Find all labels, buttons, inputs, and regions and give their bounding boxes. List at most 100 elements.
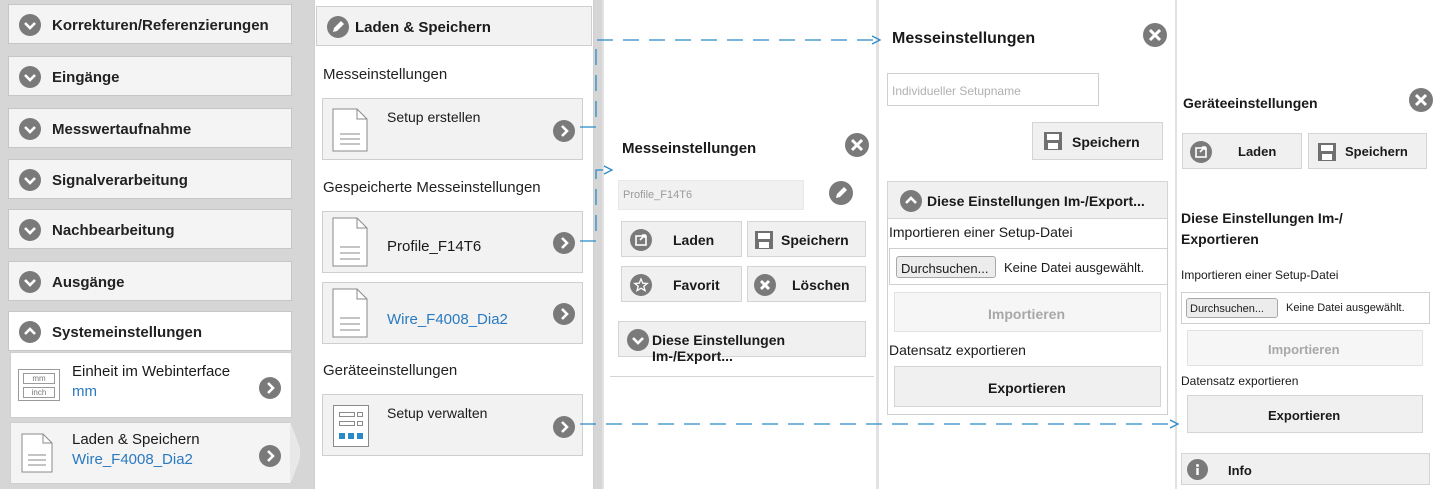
button-label: Exportieren	[988, 380, 1066, 396]
favorite-button[interactable]: Favorit	[621, 266, 742, 302]
save-button[interactable]: Speichern	[747, 221, 866, 257]
button-label: Favorit	[673, 277, 720, 293]
browse-label: Durchsuchen...	[1190, 303, 1264, 315]
header-label: Diese Einstellungen Im-/Export...	[652, 332, 786, 364]
floppy-icon	[1318, 143, 1336, 161]
export-button[interactable]: Exportieren	[1187, 395, 1423, 433]
edit-pencil-icon[interactable]	[829, 181, 853, 205]
document-icon	[21, 433, 53, 473]
chevron-up-icon	[900, 190, 922, 212]
unit-icon-mm: mm	[23, 373, 55, 384]
nav-item-ausgaenge[interactable]: Ausgänge	[8, 261, 292, 301]
floppy-icon	[755, 231, 773, 249]
panel-header: Laden & Speichern	[316, 6, 592, 46]
load-save-panel: Laden & Speichern Messeinstellungen Setu…	[300, 0, 602, 489]
setup-create-card[interactable]: Setup erstellen	[322, 98, 583, 160]
info-icon	[1187, 459, 1208, 480]
load-button[interactable]: Laden	[1182, 133, 1302, 169]
nav-item-systemeinstellungen[interactable]: Systemeinstellungen	[8, 311, 292, 351]
sub-item-load-save[interactable]: Laden & Speichern Wire_F4008_Dia2	[10, 422, 292, 484]
chevron-down-icon	[19, 66, 41, 88]
panel-title: Messeinstellungen	[622, 140, 757, 157]
import-label: Importieren einer Setup-Datei	[889, 224, 1073, 240]
panel-title: Messeinstellungen	[892, 30, 1036, 47]
profile-card[interactable]: Wire_F4008_Dia2	[322, 282, 583, 344]
chevron-down-icon	[19, 14, 41, 36]
nav-item-label: Ausgänge	[52, 274, 125, 291]
button-label: Speichern	[1072, 134, 1140, 150]
star-icon	[630, 274, 652, 296]
sub-item-label: Einheit im Webinterface	[72, 363, 231, 380]
save-button[interactable]: Speichern	[1032, 122, 1163, 160]
device-settings-icon	[333, 405, 369, 447]
device-settings-panel: Geräteeinstellungen Laden Speichern Dies…	[1177, 0, 1438, 489]
browse-button[interactable]: Durchsuchen...	[896, 256, 996, 278]
document-icon	[332, 108, 368, 152]
card-label: Setup erstellen	[387, 109, 481, 125]
chevron-right-icon	[553, 232, 575, 254]
button-label: Exportieren	[1268, 408, 1341, 423]
chevron-right-icon	[553, 303, 575, 325]
profile-settings-panel: Messeinstellungen Profile_F14T6 Laden Sp…	[604, 0, 876, 489]
setup-manage-card[interactable]: Setup verwalten	[322, 394, 583, 456]
import-button[interactable]: Importieren	[1187, 330, 1423, 366]
export-label: Datensatz exportieren	[889, 342, 1026, 358]
profile-card[interactable]: Profile_F14T6	[322, 211, 583, 273]
sub-item-value: Wire_F4008_Dia2	[72, 451, 193, 468]
document-icon	[332, 288, 368, 338]
nav-item-label: Signalverarbeitung	[52, 172, 188, 189]
header-label: Diese Einstellungen Im-/Export...	[927, 193, 1145, 209]
chevron-down-icon	[19, 271, 41, 293]
button-label: Speichern	[1345, 144, 1408, 159]
import-export-header[interactable]: Diese Einstellungen Im-/Export...	[887, 181, 1168, 219]
section-label: Gespeicherte Messeinstellungen	[323, 179, 541, 196]
browse-button[interactable]: Durchsuchen...	[1186, 298, 1278, 318]
file-picker[interactable]: Durchsuchen... Keine Datei ausgewählt.	[1181, 292, 1430, 324]
setup-name-field[interactable]: Profile_F14T6	[618, 180, 804, 210]
nav-item-signalverarbeitung[interactable]: Signalverarbeitung	[8, 159, 292, 199]
setup-name-value: Profile_F14T6	[623, 189, 693, 201]
button-label: Laden	[673, 232, 715, 248]
save-button[interactable]: Speichern	[1308, 133, 1427, 169]
nav-item-label: Messwertaufnahme	[52, 121, 192, 138]
nav-item-korrekturen[interactable]: Korrekturen/Referenzierungen	[8, 4, 292, 44]
unit-icon-inch: inch	[23, 387, 55, 398]
button-label: Importieren	[988, 306, 1066, 322]
nav-item-label: Systemeinstellungen	[52, 324, 203, 341]
nav-item-messwertaufnahme[interactable]: Messwertaufnahme	[8, 108, 292, 148]
card-label: Profile_F14T6	[387, 238, 482, 255]
chevron-down-icon	[19, 169, 41, 191]
import-button[interactable]: Importieren	[894, 292, 1161, 332]
section-title: Diese Einstellungen Im-/ Exportieren	[1181, 210, 1343, 247]
sub-item-unit[interactable]: mm inch Einheit im Webinterface mm	[10, 352, 292, 418]
browse-label: Durchsuchen...	[901, 261, 989, 276]
export-button[interactable]: Exportieren	[894, 366, 1161, 407]
section-label: Messeinstellungen	[323, 66, 448, 83]
nav-item-label: Eingänge	[52, 69, 120, 86]
load-button[interactable]: Laden	[621, 221, 742, 257]
file-picker[interactable]: Durchsuchen... Keine Datei ausgewählt.	[889, 248, 1168, 285]
nav-item-nachbearbeitung[interactable]: Nachbearbeitung	[8, 209, 292, 249]
nav-item-eingaenge[interactable]: Eingänge	[8, 56, 292, 96]
unit-icon: mm inch	[18, 369, 60, 401]
close-icon[interactable]	[1409, 88, 1433, 112]
section-label: Geräteeinstellungen	[323, 362, 458, 379]
chevron-down-icon	[627, 329, 649, 351]
button-label: Löschen	[792, 277, 850, 293]
nav-item-label: Korrekturen/Referenzierungen	[52, 17, 269, 34]
chevron-up-icon	[19, 321, 41, 343]
delete-button[interactable]: Löschen	[747, 266, 866, 302]
load-icon	[1190, 141, 1212, 163]
export-label: Datensatz exportieren	[1181, 374, 1299, 388]
sub-item-value: mm	[72, 383, 97, 400]
panel-title: Geräteeinstellungen	[1183, 95, 1318, 111]
button-label: Speichern	[781, 232, 849, 248]
close-icon[interactable]	[1143, 23, 1167, 47]
info-header[interactable]: Info	[1181, 453, 1430, 485]
import-export-header[interactable]: Diese Einstellungen Im-/Export...	[618, 321, 866, 364]
document-icon	[332, 217, 368, 267]
setup-name-input[interactable]: Individueller Setupname	[887, 73, 1099, 106]
card-label: Setup verwalten	[387, 405, 488, 421]
close-icon[interactable]	[845, 133, 869, 157]
no-file-label: Keine Datei ausgewählt.	[1004, 260, 1145, 275]
